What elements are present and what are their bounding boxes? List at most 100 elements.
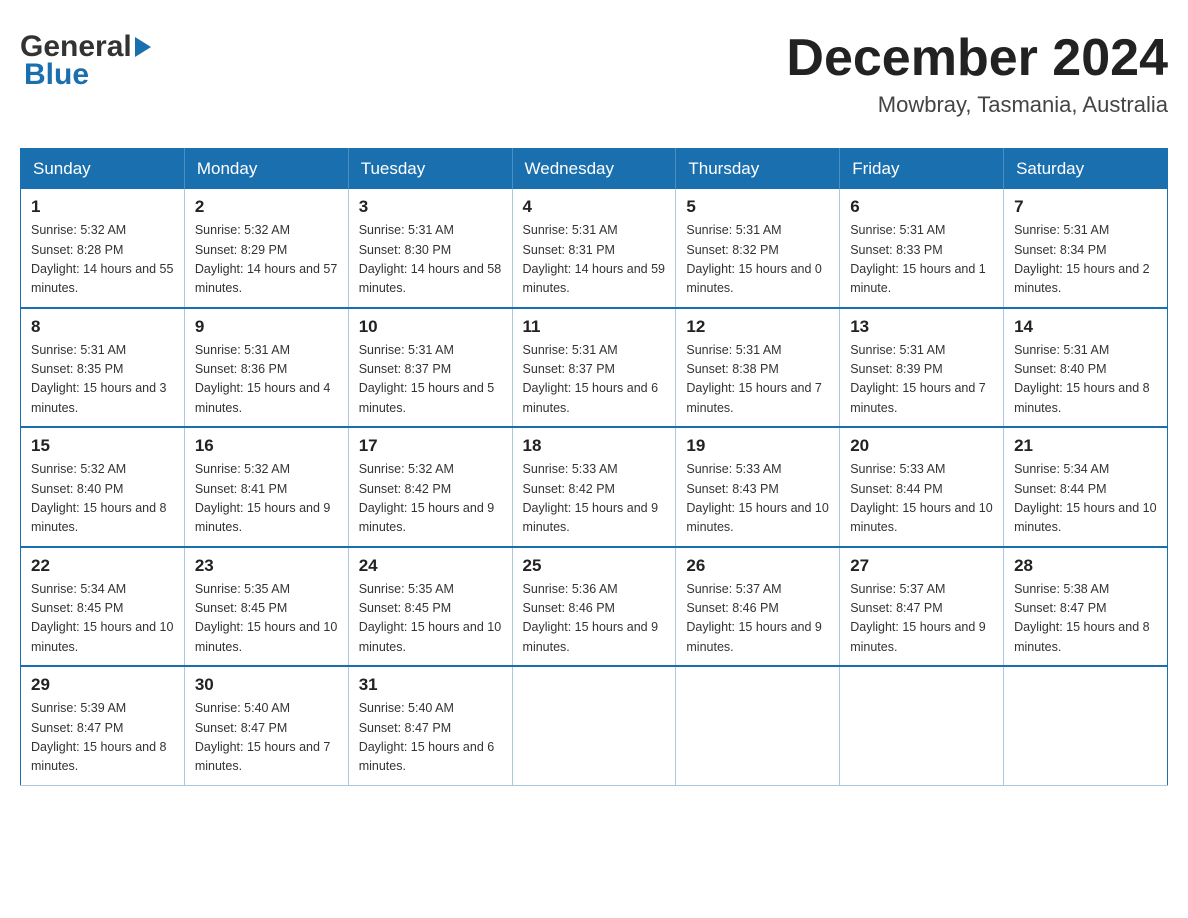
weekday-header-friday: Friday <box>840 149 1004 190</box>
calendar-week-row: 22 Sunrise: 5:34 AMSunset: 8:45 PMDaylig… <box>21 547 1168 667</box>
weekday-header-wednesday: Wednesday <box>512 149 676 190</box>
day-info: Sunrise: 5:32 AMSunset: 8:42 PMDaylight:… <box>359 462 495 534</box>
logo-triangle-icon <box>135 37 151 57</box>
day-number: 20 <box>850 436 993 456</box>
calendar-cell: 17 Sunrise: 5:32 AMSunset: 8:42 PMDaylig… <box>348 427 512 547</box>
day-number: 2 <box>195 197 338 217</box>
day-number: 24 <box>359 556 502 576</box>
calendar-cell: 19 Sunrise: 5:33 AMSunset: 8:43 PMDaylig… <box>676 427 840 547</box>
day-number: 8 <box>31 317 174 337</box>
calendar-cell: 25 Sunrise: 5:36 AMSunset: 8:46 PMDaylig… <box>512 547 676 667</box>
calendar-cell: 26 Sunrise: 5:37 AMSunset: 8:46 PMDaylig… <box>676 547 840 667</box>
calendar-cell: 2 Sunrise: 5:32 AMSunset: 8:29 PMDayligh… <box>184 189 348 308</box>
day-info: Sunrise: 5:39 AMSunset: 8:47 PMDaylight:… <box>31 701 167 773</box>
day-info: Sunrise: 5:32 AMSunset: 8:40 PMDaylight:… <box>31 462 167 534</box>
day-number: 29 <box>31 675 174 695</box>
day-number: 14 <box>1014 317 1157 337</box>
calendar-cell: 10 Sunrise: 5:31 AMSunset: 8:37 PMDaylig… <box>348 308 512 428</box>
day-info: Sunrise: 5:31 AMSunset: 8:39 PMDaylight:… <box>850 343 986 415</box>
day-number: 4 <box>523 197 666 217</box>
calendar-cell <box>1004 666 1168 785</box>
day-number: 10 <box>359 317 502 337</box>
weekday-header-monday: Monday <box>184 149 348 190</box>
calendar-cell <box>676 666 840 785</box>
day-info: Sunrise: 5:40 AMSunset: 8:47 PMDaylight:… <box>195 701 331 773</box>
calendar-cell: 4 Sunrise: 5:31 AMSunset: 8:31 PMDayligh… <box>512 189 676 308</box>
day-info: Sunrise: 5:31 AMSunset: 8:37 PMDaylight:… <box>523 343 659 415</box>
calendar-cell: 30 Sunrise: 5:40 AMSunset: 8:47 PMDaylig… <box>184 666 348 785</box>
calendar-cell: 29 Sunrise: 5:39 AMSunset: 8:47 PMDaylig… <box>21 666 185 785</box>
calendar-week-row: 8 Sunrise: 5:31 AMSunset: 8:35 PMDayligh… <box>21 308 1168 428</box>
day-info: Sunrise: 5:34 AMSunset: 8:44 PMDaylight:… <box>1014 462 1156 534</box>
calendar-cell: 18 Sunrise: 5:33 AMSunset: 8:42 PMDaylig… <box>512 427 676 547</box>
calendar-cell: 9 Sunrise: 5:31 AMSunset: 8:36 PMDayligh… <box>184 308 348 428</box>
calendar-cell: 27 Sunrise: 5:37 AMSunset: 8:47 PMDaylig… <box>840 547 1004 667</box>
weekday-header-row: SundayMondayTuesdayWednesdayThursdayFrid… <box>21 149 1168 190</box>
day-info: Sunrise: 5:37 AMSunset: 8:46 PMDaylight:… <box>686 582 822 654</box>
day-info: Sunrise: 5:33 AMSunset: 8:44 PMDaylight:… <box>850 462 992 534</box>
day-info: Sunrise: 5:37 AMSunset: 8:47 PMDaylight:… <box>850 582 986 654</box>
calendar-week-row: 15 Sunrise: 5:32 AMSunset: 8:40 PMDaylig… <box>21 427 1168 547</box>
day-number: 15 <box>31 436 174 456</box>
calendar-cell: 5 Sunrise: 5:31 AMSunset: 8:32 PMDayligh… <box>676 189 840 308</box>
day-number: 7 <box>1014 197 1157 217</box>
day-info: Sunrise: 5:31 AMSunset: 8:40 PMDaylight:… <box>1014 343 1150 415</box>
calendar-cell: 24 Sunrise: 5:35 AMSunset: 8:45 PMDaylig… <box>348 547 512 667</box>
day-info: Sunrise: 5:32 AMSunset: 8:41 PMDaylight:… <box>195 462 331 534</box>
day-info: Sunrise: 5:36 AMSunset: 8:46 PMDaylight:… <box>523 582 659 654</box>
calendar-cell: 22 Sunrise: 5:34 AMSunset: 8:45 PMDaylig… <box>21 547 185 667</box>
weekday-header-tuesday: Tuesday <box>348 149 512 190</box>
calendar-cell: 16 Sunrise: 5:32 AMSunset: 8:41 PMDaylig… <box>184 427 348 547</box>
calendar-cell: 15 Sunrise: 5:32 AMSunset: 8:40 PMDaylig… <box>21 427 185 547</box>
calendar-cell: 21 Sunrise: 5:34 AMSunset: 8:44 PMDaylig… <box>1004 427 1168 547</box>
day-info: Sunrise: 5:34 AMSunset: 8:45 PMDaylight:… <box>31 582 173 654</box>
calendar-week-row: 1 Sunrise: 5:32 AMSunset: 8:28 PMDayligh… <box>21 189 1168 308</box>
day-number: 6 <box>850 197 993 217</box>
day-info: Sunrise: 5:38 AMSunset: 8:47 PMDaylight:… <box>1014 582 1150 654</box>
day-number: 30 <box>195 675 338 695</box>
day-info: Sunrise: 5:35 AMSunset: 8:45 PMDaylight:… <box>359 582 501 654</box>
calendar-cell: 1 Sunrise: 5:32 AMSunset: 8:28 PMDayligh… <box>21 189 185 308</box>
calendar-cell: 12 Sunrise: 5:31 AMSunset: 8:38 PMDaylig… <box>676 308 840 428</box>
day-number: 11 <box>523 317 666 337</box>
weekday-header-thursday: Thursday <box>676 149 840 190</box>
calendar-cell: 23 Sunrise: 5:35 AMSunset: 8:45 PMDaylig… <box>184 547 348 667</box>
page-header: General Blue December 2024 Mowbray, Tasm… <box>20 20 1168 128</box>
calendar-cell <box>840 666 1004 785</box>
day-info: Sunrise: 5:32 AMSunset: 8:28 PMDaylight:… <box>31 223 173 295</box>
day-info: Sunrise: 5:31 AMSunset: 8:30 PMDaylight:… <box>359 223 501 295</box>
day-info: Sunrise: 5:31 AMSunset: 8:34 PMDaylight:… <box>1014 223 1150 295</box>
calendar-cell: 31 Sunrise: 5:40 AMSunset: 8:47 PMDaylig… <box>348 666 512 785</box>
calendar-cell: 7 Sunrise: 5:31 AMSunset: 8:34 PMDayligh… <box>1004 189 1168 308</box>
day-number: 22 <box>31 556 174 576</box>
month-title: December 2024 <box>786 30 1168 87</box>
day-info: Sunrise: 5:31 AMSunset: 8:37 PMDaylight:… <box>359 343 495 415</box>
weekday-header-saturday: Saturday <box>1004 149 1168 190</box>
day-info: Sunrise: 5:31 AMSunset: 8:33 PMDaylight:… <box>850 223 986 295</box>
day-number: 27 <box>850 556 993 576</box>
calendar-cell: 6 Sunrise: 5:31 AMSunset: 8:33 PMDayligh… <box>840 189 1004 308</box>
logo: General Blue <box>20 30 154 92</box>
day-number: 12 <box>686 317 829 337</box>
day-number: 1 <box>31 197 174 217</box>
day-number: 9 <box>195 317 338 337</box>
day-number: 16 <box>195 436 338 456</box>
logo-blue-text: Blue <box>24 58 154 92</box>
calendar-table: SundayMondayTuesdayWednesdayThursdayFrid… <box>20 148 1168 786</box>
day-number: 18 <box>523 436 666 456</box>
day-number: 25 <box>523 556 666 576</box>
calendar-week-row: 29 Sunrise: 5:39 AMSunset: 8:47 PMDaylig… <box>21 666 1168 785</box>
day-number: 3 <box>359 197 502 217</box>
day-number: 21 <box>1014 436 1157 456</box>
day-number: 31 <box>359 675 502 695</box>
calendar-cell: 8 Sunrise: 5:31 AMSunset: 8:35 PMDayligh… <box>21 308 185 428</box>
day-info: Sunrise: 5:33 AMSunset: 8:43 PMDaylight:… <box>686 462 828 534</box>
day-number: 13 <box>850 317 993 337</box>
calendar-cell: 3 Sunrise: 5:31 AMSunset: 8:30 PMDayligh… <box>348 189 512 308</box>
day-info: Sunrise: 5:31 AMSunset: 8:38 PMDaylight:… <box>686 343 822 415</box>
day-info: Sunrise: 5:31 AMSunset: 8:32 PMDaylight:… <box>686 223 822 295</box>
day-info: Sunrise: 5:33 AMSunset: 8:42 PMDaylight:… <box>523 462 659 534</box>
calendar-cell: 11 Sunrise: 5:31 AMSunset: 8:37 PMDaylig… <box>512 308 676 428</box>
day-info: Sunrise: 5:31 AMSunset: 8:36 PMDaylight:… <box>195 343 331 415</box>
title-section: December 2024 Mowbray, Tasmania, Austral… <box>786 30 1168 118</box>
